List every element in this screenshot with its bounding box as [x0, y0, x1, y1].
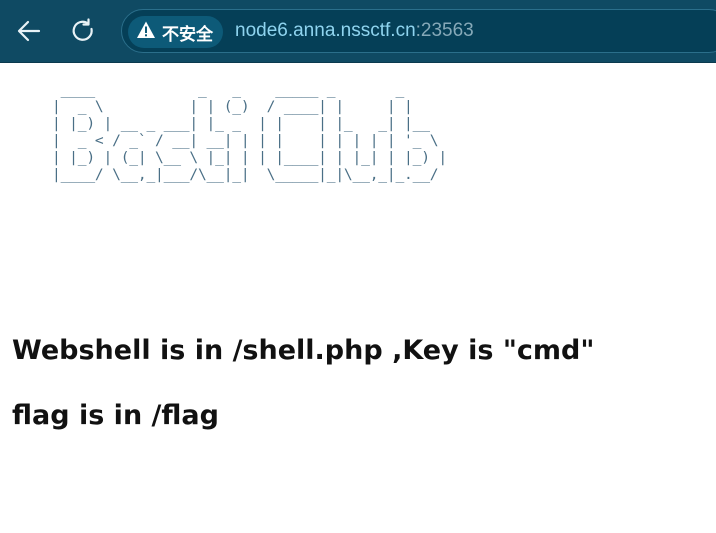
- back-arrow-icon: [15, 17, 43, 45]
- security-label: 不安全: [162, 24, 213, 45]
- security-indicator[interactable]: 不安全: [128, 16, 223, 48]
- url-text[interactable]: node6.anna.nssctf.cn:23563: [235, 20, 474, 42]
- back-button[interactable]: [12, 14, 46, 48]
- ascii-art-banner: ____ _ _ _____ _ _ | _ \ | | (_) / ____|…: [52, 81, 447, 183]
- url-host: node6.anna.nssctf.cn: [235, 20, 416, 41]
- webshell-message: Webshell is in /shell.php ,Key is "cmd": [12, 335, 595, 366]
- warning-triangle-icon: [136, 20, 156, 45]
- address-bar[interactable]: 不安全 node6.anna.nssctf.cn:23563: [121, 9, 716, 53]
- browser-toolbar: 不安全 node6.anna.nssctf.cn:23563: [0, 0, 716, 63]
- flag-message: flag is in /flag: [12, 400, 219, 431]
- url-port: :23563: [415, 20, 474, 41]
- reload-icon: [69, 17, 97, 45]
- reload-button[interactable]: [66, 14, 100, 48]
- page-content: ____ _ _ _____ _ _ | _ \ | | (_) / ____|…: [0, 63, 716, 533]
